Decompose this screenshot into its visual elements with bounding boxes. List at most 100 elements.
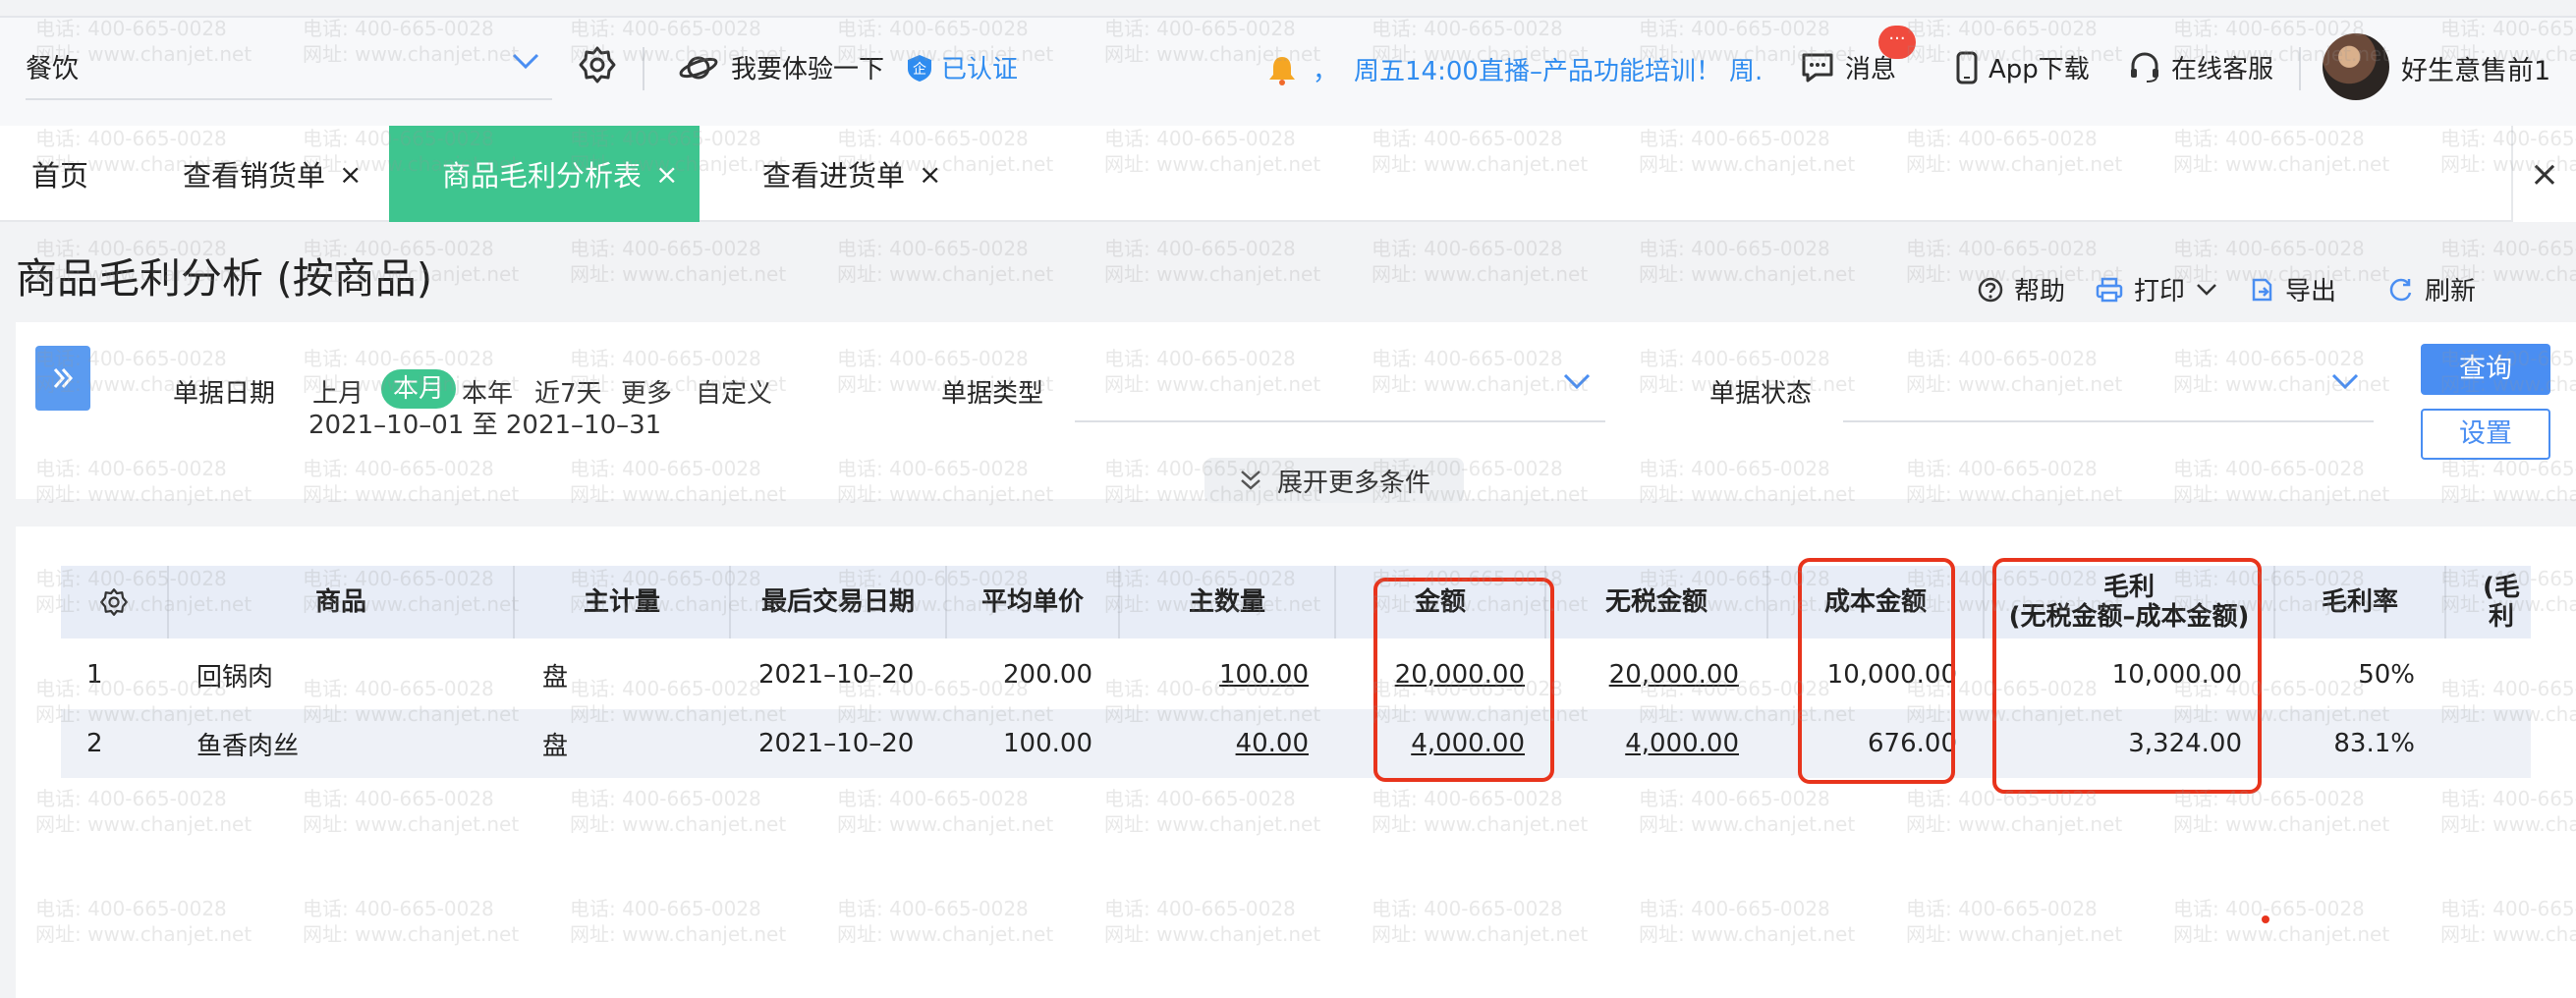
- gross-margin: 83.1%: [2333, 729, 2415, 758]
- tab-gross-profit-analysis[interactable]: 商品毛利分析表 ×: [389, 126, 700, 222]
- avg-price: 200.00: [1003, 660, 1092, 690]
- product-name: 鱼香肉丝: [196, 731, 300, 761]
- try-experience-label: 我要体验一下: [731, 55, 885, 84]
- online-service-label: 在线客服: [2171, 55, 2274, 84]
- expand-more-conditions-button[interactable]: 展开更多条件: [1204, 458, 1464, 503]
- online-service-button[interactable]: 在线客服: [2128, 49, 2273, 85]
- doc-status-label: 单据状态: [1709, 379, 1813, 409]
- tab-bar: 首页 查看销货单 × 商品毛利分析表 × 查看进货单 × ×: [0, 126, 2576, 222]
- doc-type-select[interactable]: [1075, 420, 1605, 422]
- row-index: 2: [86, 729, 103, 758]
- messages-button[interactable]: 消息: [1800, 49, 1896, 85]
- row-index: 1: [86, 660, 103, 690]
- highlight-box-gross-profit: [1992, 558, 2262, 794]
- phone-icon: [1956, 51, 1978, 83]
- certified-badge[interactable]: 企 已认证: [906, 49, 1018, 85]
- export-icon: [2252, 278, 2272, 301]
- chevron-down-icon[interactable]: [2195, 282, 2218, 298]
- help-label: 帮助: [2014, 277, 2066, 306]
- tab-label: 商品毛利分析表: [442, 159, 643, 193]
- column-header-avg-price[interactable]: 平均单价: [947, 566, 1118, 638]
- gear-icon[interactable]: [578, 45, 617, 84]
- toolbar-divider: [643, 47, 644, 90]
- svg-text:企: 企: [913, 61, 926, 78]
- notice-bar[interactable]: ， 周五14:00直播–产品功能培训！: [1267, 51, 1721, 87]
- refresh-label: 刷新: [2425, 277, 2477, 306]
- watermark-text: 电话: 400-665-0028网址: www.chanjet.net: [1104, 237, 1321, 286]
- date-filter-label: 单据日期: [173, 379, 276, 409]
- quantity-link[interactable]: 100.00: [1120, 640, 1309, 709]
- column-header-product[interactable]: 商品: [169, 566, 513, 638]
- watermark-text: 电话: 400-665-0028网址: www.chanjet.net: [570, 237, 787, 286]
- user-name[interactable]: 好生意售前1: [2401, 49, 2550, 87]
- watermark-text: 电话: 400-665-0028网址: www.chanjet.net: [1639, 237, 1856, 286]
- column-header-amount-no-tax[interactable]: 无税金额: [1546, 566, 1766, 638]
- quantity-link[interactable]: 40.00: [1120, 709, 1309, 778]
- org-selector-underline: [26, 98, 552, 100]
- close-icon[interactable]: ×: [655, 158, 678, 191]
- shield-check-icon: 企: [908, 54, 931, 82]
- message-count-badge: ···: [1878, 26, 1916, 59]
- date-option-custom[interactable]: 自定义: [696, 373, 772, 410]
- last-trade-date: 2021–10–20: [758, 729, 915, 758]
- expand-sidebar-button[interactable]: [35, 346, 90, 411]
- tab-label: 查看进货单: [762, 159, 906, 193]
- bell-icon: [1269, 56, 1295, 85]
- print-button[interactable]: 打印: [2095, 271, 2218, 307]
- annotation-dot: [2262, 915, 2269, 923]
- close-icon[interactable]: ×: [919, 158, 941, 191]
- amount-no-tax-link[interactable]: 20,000.00: [1546, 640, 1739, 709]
- column-header-unit[interactable]: 主计量: [515, 566, 729, 638]
- export-button[interactable]: 导出: [2248, 271, 2336, 307]
- app-download-button[interactable]: App下载: [1955, 49, 2090, 85]
- help-button[interactable]: 帮助: [1977, 271, 2065, 307]
- app-download-label: App下载: [1988, 55, 2090, 84]
- notice-text-tail: 周.: [1729, 57, 1764, 86]
- refresh-button[interactable]: 刷新: [2387, 271, 2476, 307]
- chevron-down-icon[interactable]: [511, 51, 540, 71]
- double-chevron-right-icon: [53, 368, 74, 388]
- close-all-tabs-button[interactable]: ×: [2511, 126, 2576, 222]
- chevron-down-icon[interactable]: [2330, 371, 2360, 391]
- help-icon: [1978, 277, 2003, 302]
- tab-label: 查看销货单: [183, 159, 326, 193]
- highlight-box-amount: [1373, 578, 1554, 782]
- tab-purchase-order[interactable]: 查看进货单 ×: [762, 126, 941, 222]
- column-header-last-date[interactable]: 最后交易日期: [731, 566, 945, 638]
- column-header-qty[interactable]: 主数量: [1120, 566, 1334, 638]
- date-option-this-month[interactable]: 本月: [381, 369, 457, 409]
- doc-type-label: 单据类型: [941, 379, 1044, 409]
- expand-more-label: 展开更多条件: [1276, 468, 1430, 498]
- highlight-box-cost: [1798, 558, 1955, 784]
- watermark-text: 电话: 400-665-0028网址: www.chanjet.net: [1372, 237, 1589, 286]
- close-icon[interactable]: ×: [339, 158, 362, 191]
- gross-margin: 50%: [2358, 660, 2415, 690]
- tab-sales-order[interactable]: 查看销货单 ×: [183, 126, 362, 222]
- page-title: 商品毛利分析 (按商品): [16, 254, 433, 303]
- print-label: 打印: [2134, 277, 2186, 306]
- gear-icon: [100, 588, 128, 616]
- date-range-value: 2021–10–01 至 2021–10–31: [308, 411, 662, 440]
- certified-label: 已认证: [941, 55, 1019, 84]
- try-experience-link[interactable]: 我要体验一下: [678, 49, 884, 85]
- column-header-margin-formula[interactable]: (毛利: [2446, 566, 2531, 638]
- headset-icon: [2131, 51, 2158, 83]
- unit: 盘: [542, 731, 569, 761]
- amount-no-tax-link[interactable]: 4,000.00: [1546, 709, 1739, 778]
- notice-prefix: ，: [1313, 57, 1339, 86]
- query-button[interactable]: 查询: [2421, 344, 2550, 395]
- refresh-icon: [2389, 278, 2412, 301]
- settings-button[interactable]: 设置: [2421, 409, 2550, 460]
- org-selector-value[interactable]: 餐饮: [26, 47, 79, 85]
- notice-text: 周五14:00直播–产品功能培训！: [1354, 57, 1721, 86]
- chevron-down-icon[interactable]: [1562, 371, 1592, 391]
- planet-icon: [679, 56, 718, 79]
- column-settings-button[interactable]: [61, 566, 167, 638]
- avg-price: 100.00: [1003, 729, 1092, 758]
- toolbar-divider: [2299, 47, 2301, 90]
- tab-home[interactable]: 首页: [31, 126, 88, 222]
- column-header-margin[interactable]: 毛利率: [2275, 566, 2444, 638]
- doc-status-select[interactable]: [1843, 420, 2374, 422]
- watermark-text: 电话: 400-665-0028网址: www.chanjet.net: [837, 237, 1054, 286]
- avatar[interactable]: [2323, 33, 2389, 100]
